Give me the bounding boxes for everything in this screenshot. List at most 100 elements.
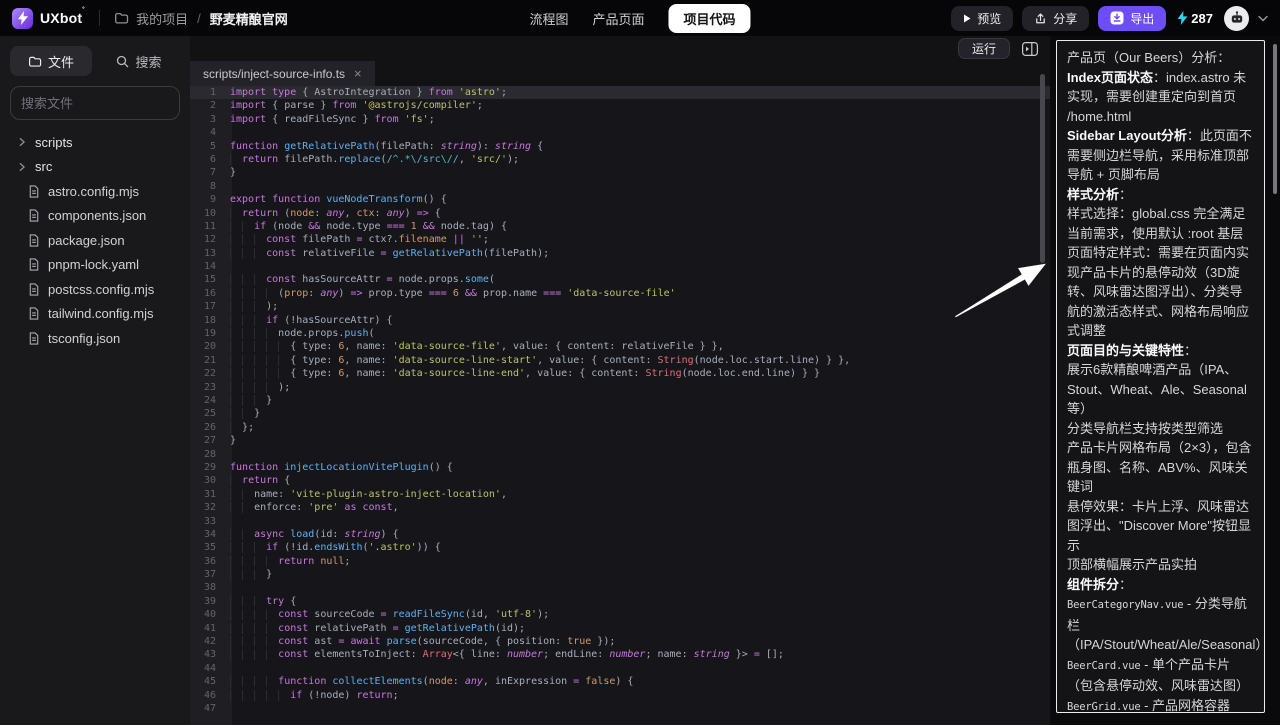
- code-line: 25 }: [190, 407, 1050, 420]
- code-line: 12 const filePath = ctx?.filename || '';: [190, 233, 1050, 246]
- code-line: 1 import type { AstroIntegration } from '…: [190, 86, 1050, 100]
- panel-paragraph: 页面目的与关键特性：: [1067, 342, 1198, 358]
- panel-paragraph: 样式选择：global.css 完全满足当前需求，使用默认 :root 基层: [1067, 206, 1246, 241]
- code-line: 5 function getRelativePath(filePath: stri…: [190, 140, 1050, 153]
- file-item[interactable]: tsconfig.json: [0, 326, 190, 351]
- editor-scrollbar[interactable]: [1040, 74, 1045, 263]
- file-search-input[interactable]: [21, 95, 197, 111]
- editor-tabbar: scripts/inject-source-info.ts ×: [190, 61, 1050, 86]
- code-line: 33: [190, 515, 1050, 528]
- close-tab-icon[interactable]: ×: [354, 66, 362, 81]
- code-text: import type { AstroIntegration } from 'a…: [230, 87, 507, 98]
- file-item[interactable]: components.json: [0, 204, 190, 229]
- run-button[interactable]: 运行: [957, 38, 1010, 59]
- code-text: const sourceCode = readFileSync(id, 'utf…: [224, 608, 549, 621]
- code-line: 45 function collectElements(node: any, i…: [190, 675, 1050, 688]
- code-line: 2 import { parse } from '@astrojs/compile…: [190, 99, 1050, 112]
- code-line: 37 }: [190, 568, 1050, 581]
- code-line: 36 return null;: [190, 555, 1050, 568]
- file-item[interactable]: postcss.config.mjs: [0, 277, 190, 302]
- code-line: 13 const relativeFile = getRelativePath(…: [190, 247, 1050, 260]
- code-line: 35 if (!id.endsWith('.astro')) {: [190, 541, 1050, 554]
- panel-scrollbar[interactable]: [1273, 44, 1277, 194]
- code-line: 23 );: [190, 381, 1050, 394]
- line-number: 46: [203, 689, 216, 701]
- line-number: 17: [203, 301, 216, 313]
- file-icon: [28, 258, 40, 271]
- file-item[interactable]: astro.config.mjs: [0, 179, 190, 204]
- line-number: 1: [209, 87, 216, 98]
- tab-search[interactable]: 搜索: [98, 46, 180, 76]
- code-area[interactable]: 1 import type { AstroIntegration } from '…: [190, 86, 1050, 725]
- code-line: 20 { type: 6, name: 'data-source-file', …: [190, 340, 1050, 353]
- line-number: 24: [203, 394, 216, 406]
- nav-product-pages[interactable]: 产品页面: [592, 9, 644, 28]
- line-number: 28: [203, 448, 216, 460]
- topbar: UXbot˚ 我的项目 / 野麦精酿官网 流程图 产品页面 项目代码 预览 分享…: [0, 0, 1280, 36]
- lightning-icon: [1177, 11, 1188, 25]
- app-logo[interactable]: UXbot˚: [12, 6, 85, 29]
- file-item[interactable]: pnpm-lock.yaml: [0, 253, 190, 278]
- file-icon: [28, 332, 40, 345]
- line-number: 23: [203, 381, 216, 393]
- nav-flowchart[interactable]: 流程图: [529, 9, 568, 28]
- nav-project-code[interactable]: 项目代码: [668, 3, 751, 33]
- breadcrumb-separator: /: [197, 10, 201, 26]
- search-icon: [116, 55, 129, 68]
- line-number: 34: [203, 528, 216, 540]
- line-number: 31: [203, 488, 216, 500]
- code-text: enforce: 'pre' as const,: [224, 501, 399, 514]
- toggle-panel-icon[interactable]: [1022, 41, 1038, 56]
- code-text: const relativePath = getRelativePath(id)…: [224, 622, 525, 635]
- line-number: 6: [209, 153, 216, 165]
- code-line: 34 async load(id: string) {: [190, 528, 1050, 541]
- code-text: return {: [224, 474, 290, 487]
- code-line: 40 const sourceCode = readFileSync(id, '…: [190, 608, 1050, 621]
- breadcrumb-project[interactable]: 我的项目: [136, 9, 188, 28]
- file-name: tailwind.config.mjs: [48, 306, 154, 322]
- code-text: function getRelativePath(filePath: strin…: [230, 140, 544, 152]
- file-item[interactable]: tailwind.config.mjs: [0, 302, 190, 327]
- topbar-divider: [99, 10, 101, 26]
- code-line: 28: [190, 448, 1050, 461]
- folder-item-src[interactable]: src: [0, 155, 190, 180]
- code-editor[interactable]: 运行 scripts/inject-source-info.ts × 1 impo…: [190, 36, 1050, 725]
- code-text: return null;: [224, 555, 350, 568]
- code-line: 19 node.props.push(: [190, 327, 1050, 340]
- line-number: 41: [203, 622, 216, 634]
- code-text: }: [224, 407, 260, 420]
- export-button[interactable]: 导出: [1098, 5, 1167, 31]
- panel-paragraph: 展示6款精酿啤酒产品（IPA、Stout、Wheat、Ale、Seasonal等…: [1067, 362, 1247, 416]
- code-text: };: [224, 421, 254, 434]
- chevron-right-icon: [17, 162, 27, 172]
- code-text: node.props.push(: [224, 327, 375, 340]
- preview-button[interactable]: 预览: [951, 5, 1014, 31]
- tab-files[interactable]: 文件: [10, 46, 92, 76]
- line-number: 27: [203, 435, 216, 447]
- editor-tab[interactable]: scripts/inject-source-info.ts ×: [190, 61, 375, 86]
- line-number: 18: [203, 314, 216, 326]
- folder-item-scripts[interactable]: scripts: [0, 130, 190, 155]
- code-line: 26 };: [190, 421, 1050, 434]
- line-number: 14: [203, 261, 216, 273]
- file-search-box: [10, 86, 197, 120]
- download-icon: [1110, 11, 1124, 25]
- line-number: 20: [203, 341, 216, 353]
- line-number: 32: [203, 502, 216, 514]
- file-item[interactable]: package.json: [0, 228, 190, 253]
- share-button[interactable]: 分享: [1022, 5, 1090, 31]
- credits-counter[interactable]: 287: [1177, 11, 1213, 26]
- code-text: import { parse } from '@astrojs/compiler…: [230, 100, 483, 112]
- chevron-down-icon[interactable]: [1258, 15, 1268, 22]
- user-avatar[interactable]: [1224, 5, 1249, 31]
- panel-paragraph: Index页面状态：index.astro 未实现，需要创建重定向到首页 /ho…: [1067, 69, 1247, 124]
- code-line: 6 return filePath.replace(/^.*\/src\//, …: [190, 153, 1050, 166]
- line-number: 13: [203, 247, 216, 259]
- file-icon: [28, 185, 40, 198]
- code-line: 41 const relativePath = getRelativePath(…: [190, 622, 1050, 635]
- line-number: 11: [203, 220, 216, 232]
- panel-paragraph: 分类导航栏支持按类型筛选: [1067, 420, 1224, 436]
